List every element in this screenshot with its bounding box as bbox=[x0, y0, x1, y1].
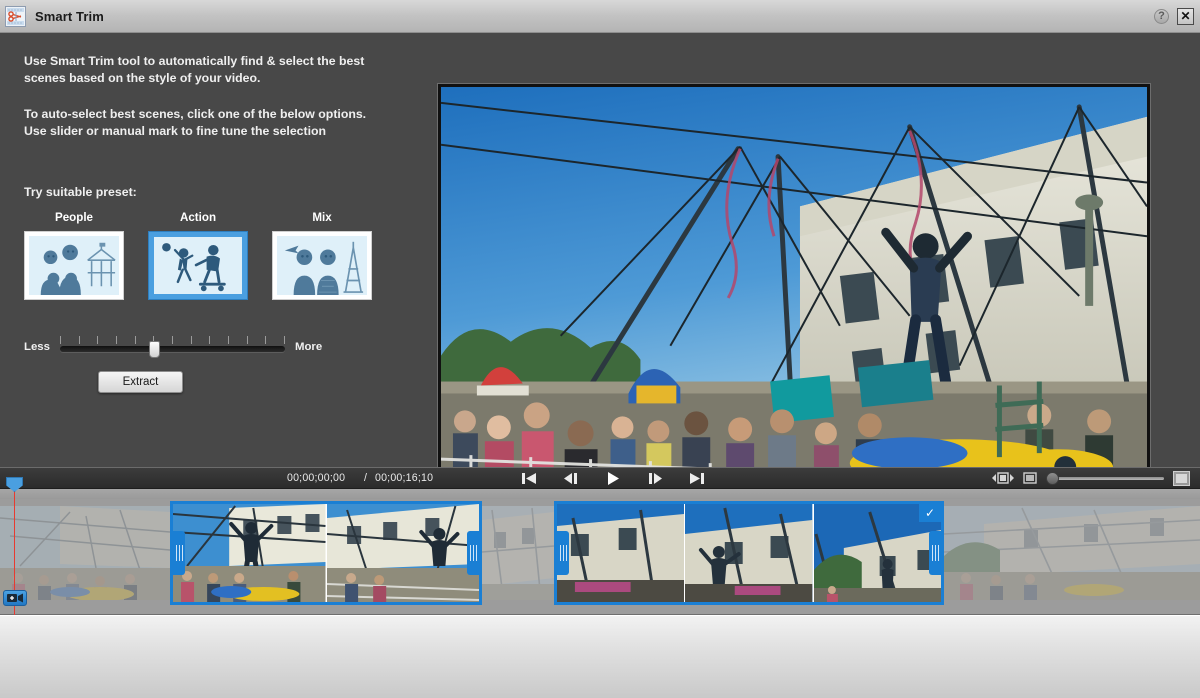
intensity-slider[interactable] bbox=[59, 335, 285, 359]
transport-buttons bbox=[520, 471, 706, 485]
intensity-slider-row: Less More bbox=[24, 335, 411, 359]
preset-people[interactable]: People bbox=[24, 211, 124, 300]
upper-area: Use Smart Trim tool to automatically fin… bbox=[0, 33, 1200, 493]
preset-heading: Try suitable preset: bbox=[24, 185, 137, 199]
instruction-paragraph-2: To auto-select best scenes, click one of… bbox=[24, 107, 367, 138]
slider-less-label: Less bbox=[24, 341, 50, 353]
step-forward-button[interactable] bbox=[646, 471, 664, 485]
slider-thumb[interactable] bbox=[149, 341, 161, 358]
timeline-clip-1[interactable] bbox=[0, 506, 170, 600]
fit-to-window-icon[interactable] bbox=[992, 472, 1014, 484]
title-bar: Smart Trim ? ✕ bbox=[0, 0, 1200, 33]
current-timecode: 00;00;00;00 bbox=[287, 472, 346, 484]
timeline-strip[interactable]: ✓ bbox=[0, 499, 1200, 614]
zoom-in-icon[interactable] bbox=[1173, 470, 1190, 486]
segment-2-left-trim-handle[interactable] bbox=[557, 531, 569, 575]
segment-2-selected-checkmark[interactable]: ✓ bbox=[919, 504, 941, 522]
timecode-separator: / bbox=[364, 472, 368, 484]
clip-3-thumbnail bbox=[482, 506, 554, 600]
left-panel: Use Smart Trim tool to automatically fin… bbox=[0, 33, 435, 467]
video-frame bbox=[441, 87, 1147, 489]
segment-1-left-trim-handle[interactable] bbox=[173, 531, 185, 575]
segment-1-thumb-2 bbox=[326, 504, 479, 602]
timeline-segment-2[interactable]: ✓ bbox=[554, 501, 944, 605]
video-scene-graphic bbox=[441, 87, 1147, 489]
preset-people-label: People bbox=[54, 211, 93, 224]
add-video-button[interactable] bbox=[3, 590, 27, 606]
extract-row: Extract bbox=[24, 371, 411, 393]
close-button[interactable]: ✕ bbox=[1177, 7, 1194, 25]
total-timecode: 00;00;16;10 bbox=[375, 472, 434, 484]
preset-list: People Action Mix bbox=[24, 211, 411, 300]
segment-1-thumb-1 bbox=[173, 504, 327, 602]
preset-mix-thumbnail[interactable] bbox=[272, 231, 372, 300]
clip-1-thumbnail bbox=[0, 506, 170, 600]
go-to-start-button[interactable] bbox=[520, 471, 538, 485]
segment-2-thumb-1 bbox=[557, 504, 686, 602]
slider-more-label: More bbox=[294, 341, 323, 353]
slider-ticks bbox=[59, 336, 285, 344]
smart-trim-window: Smart Trim ? ✕ Use Smart Trim tool to au… bbox=[0, 0, 1200, 698]
segment-2-thumb-2 bbox=[685, 504, 814, 602]
timeline-clip-5[interactable] bbox=[944, 506, 1200, 600]
zoom-out-icon[interactable] bbox=[1023, 472, 1037, 484]
bottom-toolbar: Reset Mark Manually ✓ Apply Transitions bbox=[0, 615, 1200, 698]
video-preview-pane[interactable] bbox=[437, 83, 1151, 493]
go-to-end-button[interactable] bbox=[688, 471, 706, 485]
preset-mix[interactable]: Mix bbox=[272, 211, 372, 300]
instruction-paragraph-1: Use Smart Trim tool to automatically fin… bbox=[24, 54, 365, 85]
help-button[interactable]: ? bbox=[1154, 8, 1169, 24]
timeline[interactable]: ✓ bbox=[0, 477, 1200, 615]
clip-5-thumbnail bbox=[944, 506, 1200, 600]
transport-bar: 00;00;00;00 / 00;00;16;10 bbox=[0, 467, 1200, 489]
kids-ball-skateboard-icon bbox=[154, 237, 242, 294]
zoom-slider[interactable] bbox=[1046, 471, 1164, 485]
timeline-segment-1[interactable] bbox=[170, 501, 482, 605]
segment-2-right-trim-handle[interactable] bbox=[929, 531, 941, 575]
segment-1-right-trim-handle[interactable] bbox=[467, 531, 479, 575]
extract-button[interactable]: Extract bbox=[98, 371, 183, 393]
timeline-ruler[interactable] bbox=[0, 489, 1200, 499]
zoom-controls bbox=[992, 470, 1190, 486]
preset-mix-label: Mix bbox=[312, 211, 332, 224]
couple-plane-eiffel-icon bbox=[277, 236, 367, 295]
slider-track[interactable] bbox=[59, 346, 285, 352]
preset-action-label: Action bbox=[179, 211, 217, 224]
family-carousel-icon bbox=[29, 236, 119, 295]
window-title: Smart Trim bbox=[35, 8, 104, 24]
zoom-slider-knob[interactable] bbox=[1046, 471, 1059, 485]
preset-action[interactable]: Action bbox=[148, 211, 248, 300]
preset-action-thumbnail[interactable] bbox=[148, 231, 248, 300]
timeline-clip-3[interactable] bbox=[482, 506, 554, 600]
step-back-button[interactable] bbox=[562, 471, 580, 485]
play-button[interactable] bbox=[604, 471, 622, 485]
preset-people-thumbnail[interactable] bbox=[24, 231, 124, 300]
smart-trim-icon bbox=[5, 5, 26, 27]
